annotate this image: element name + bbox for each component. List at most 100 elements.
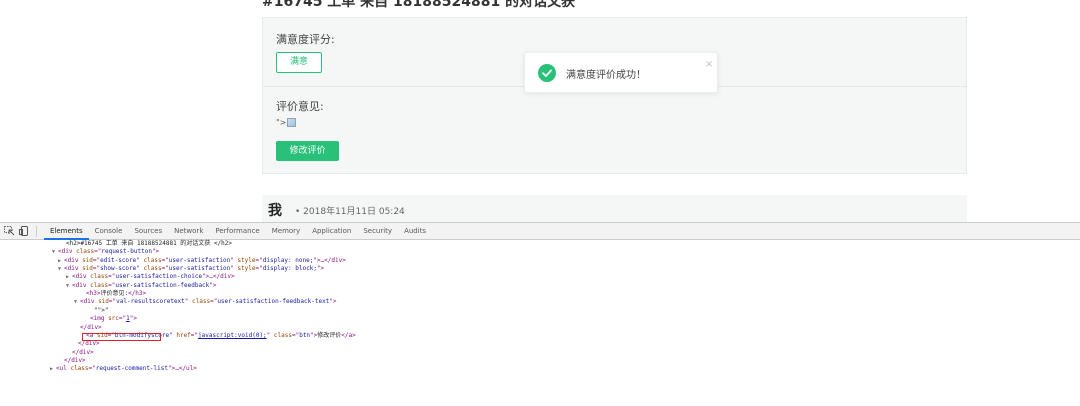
dom-token: show-score — [100, 265, 137, 272]
devtools-tab-performance[interactable]: Performance — [209, 223, 265, 240]
dom-token: " — [266, 332, 274, 339]
dom-token: =" — [161, 257, 169, 264]
dom-node-line[interactable]: <h3>评价意见:</h3> — [80, 290, 146, 298]
devtools-toolbar: Elements Console Sources Network Performance… — [0, 222, 1080, 240]
highlighted-img-node — [82, 333, 161, 341]
dom-token: val-resultscoretext — [116, 298, 185, 305]
feedback-text: "> — [276, 118, 297, 127]
dom-node-line[interactable]: ▼ <div class="user-satisfaction-feedback"… — [66, 282, 217, 290]
dom-token: class — [90, 273, 109, 280]
dom-token: display: none; — [262, 257, 314, 264]
devtools-tab-console[interactable]: Console — [89, 223, 129, 240]
dom-token: style — [237, 265, 256, 272]
devtools-tab-sources[interactable]: Sources — [128, 223, 168, 240]
dom-token: href — [176, 332, 191, 339]
dom-node-line[interactable]: </div> — [66, 349, 94, 357]
close-icon[interactable]: × — [705, 60, 713, 70]
dom-token: <div — [64, 257, 83, 264]
toolbar-divider — [36, 226, 37, 237]
dom-token: =" — [88, 365, 96, 372]
dom-token: "> — [316, 265, 325, 272]
dom-node-line[interactable]: ▶ <div sid="edit-score" class="user-satis… — [58, 257, 346, 265]
dom-token: user-satisfaction — [168, 265, 231, 272]
comment-author: 我 — [268, 203, 282, 219]
dom-token: user-satisfaction-feedback-text — [217, 298, 330, 305]
dom-token: <div — [72, 282, 91, 289]
dom-token: sid — [82, 265, 93, 272]
dom-token: class — [76, 248, 95, 255]
dom-node-line[interactable]: </div> — [58, 357, 86, 365]
dom-token: "">" — [94, 307, 109, 314]
satisfaction-label: 满意度评分: — [276, 33, 335, 46]
dom-token: request-comment-list — [95, 365, 168, 372]
devtools-tab-security[interactable]: Security — [357, 223, 398, 240]
dom-token: </div> — [72, 349, 94, 356]
toast-message: 满意度评价成功！ — [566, 70, 646, 81]
dom-node-line[interactable]: <img src="1"> — [84, 315, 137, 323]
dom-token: </div> — [64, 357, 86, 364]
modify-rating-button[interactable]: 修改评价 — [276, 141, 339, 161]
dom-token: class — [143, 257, 162, 264]
dom-token: javascript:void(0); — [198, 332, 267, 339]
dom-token: ">…</ul> — [168, 365, 197, 372]
dom-node-line[interactable]: ▼ <div class="request-button"> — [52, 248, 159, 256]
dom-token: "> — [209, 282, 217, 289]
dom-token: <div — [72, 273, 91, 280]
dom-token: =" — [161, 265, 169, 272]
devtools-tab-network[interactable]: Network — [168, 223, 209, 240]
dom-token: edit-score — [100, 257, 137, 264]
device-toolbar-icon[interactable] — [19, 226, 30, 236]
dom-token: user-satisfaction — [168, 257, 231, 264]
ticket-page: #16745 工单 来自 18188524881 的对话文获 满意度评分: 满意… — [0, 0, 1080, 222]
dom-token: class — [192, 298, 211, 305]
dom-token: style — [237, 257, 256, 264]
dom-token: " — [184, 298, 193, 305]
dom-node-line[interactable]: ▶ <ul class="request-comment-list">…</ul> — [50, 365, 197, 373]
dom-token: class — [143, 265, 162, 272]
devtools-tab-audits[interactable]: Audits — [398, 223, 432, 240]
dom-token: </div> — [78, 340, 100, 347]
dom-token: <img — [90, 315, 109, 322]
dom-node-line[interactable]: ▼ <div sid="val-resultscoretext" class="u… — [74, 298, 337, 306]
dom-token: =" — [190, 332, 199, 339]
dom-token: </div> — [80, 324, 102, 331]
dom-token: "> — [129, 315, 137, 322]
dom-token: display: block; — [262, 265, 317, 272]
feedback-label: 评价意见: — [276, 100, 324, 113]
broken-image-icon — [287, 118, 297, 127]
dom-token: class — [273, 332, 292, 339]
dom-node-line[interactable]: </div> — [72, 340, 100, 348]
dom-token: user-satisfaction-feedback — [115, 282, 210, 289]
dom-token: 修改评价 — [317, 332, 342, 339]
inspect-element-icon[interactable] — [4, 226, 15, 236]
dom-token: </h3> — [128, 290, 147, 297]
dom-node-line[interactable]: ▼ <div sid="show-score" class="user-satis… — [58, 265, 324, 273]
satisfied-button[interactable]: 满意 — [276, 52, 322, 73]
dom-token: user-satisfaction-choice — [115, 273, 203, 280]
satisfaction-card: 满意度评分: 满意 评价意见: "> 修改评价 — [262, 17, 967, 174]
page-title: #16745 工单 来自 18188524881 的对话文获 — [262, 0, 576, 10]
dom-token: sid — [98, 298, 109, 305]
devtools-tabs: Elements Console Sources Network Performance… — [44, 223, 432, 240]
dom-token: sid — [82, 257, 93, 264]
dom-token: " — [136, 257, 144, 264]
dom-token: class — [90, 282, 109, 289]
dom-node-line[interactable]: <h2>#16745 工单 来自 18188524881 的对话文获 </h2> — [60, 240, 232, 248]
dom-token: "> — [329, 298, 337, 305]
dom-token: <div — [58, 248, 77, 255]
dom-token: =" — [255, 257, 263, 264]
dom-tree: <h2>#16745 工单 来自 18188524881 的对话文获 </h2>… — [0, 240, 1080, 406]
devtools-tab-elements[interactable]: Elements — [44, 223, 89, 240]
dom-token: ">…</div> — [313, 257, 346, 264]
dom-token: btn — [299, 332, 311, 339]
dom-token: " — [136, 265, 144, 272]
devtools-tab-application[interactable]: Application — [306, 223, 357, 240]
success-toast: 满意度评价成功！ × — [524, 52, 718, 93]
devtools-panel: Elements Console Sources Network Performance… — [0, 222, 1080, 406]
dom-node-line[interactable]: "">" — [88, 307, 108, 315]
dom-node-line[interactable]: </div> — [74, 324, 102, 332]
dom-token: =" — [255, 265, 263, 272]
devtools-tab-memory[interactable]: Memory — [266, 223, 306, 240]
dom-node-line[interactable]: ▶ <div class="user-satisfaction-choice">…… — [66, 273, 235, 281]
dom-token: </a> — [341, 332, 356, 339]
